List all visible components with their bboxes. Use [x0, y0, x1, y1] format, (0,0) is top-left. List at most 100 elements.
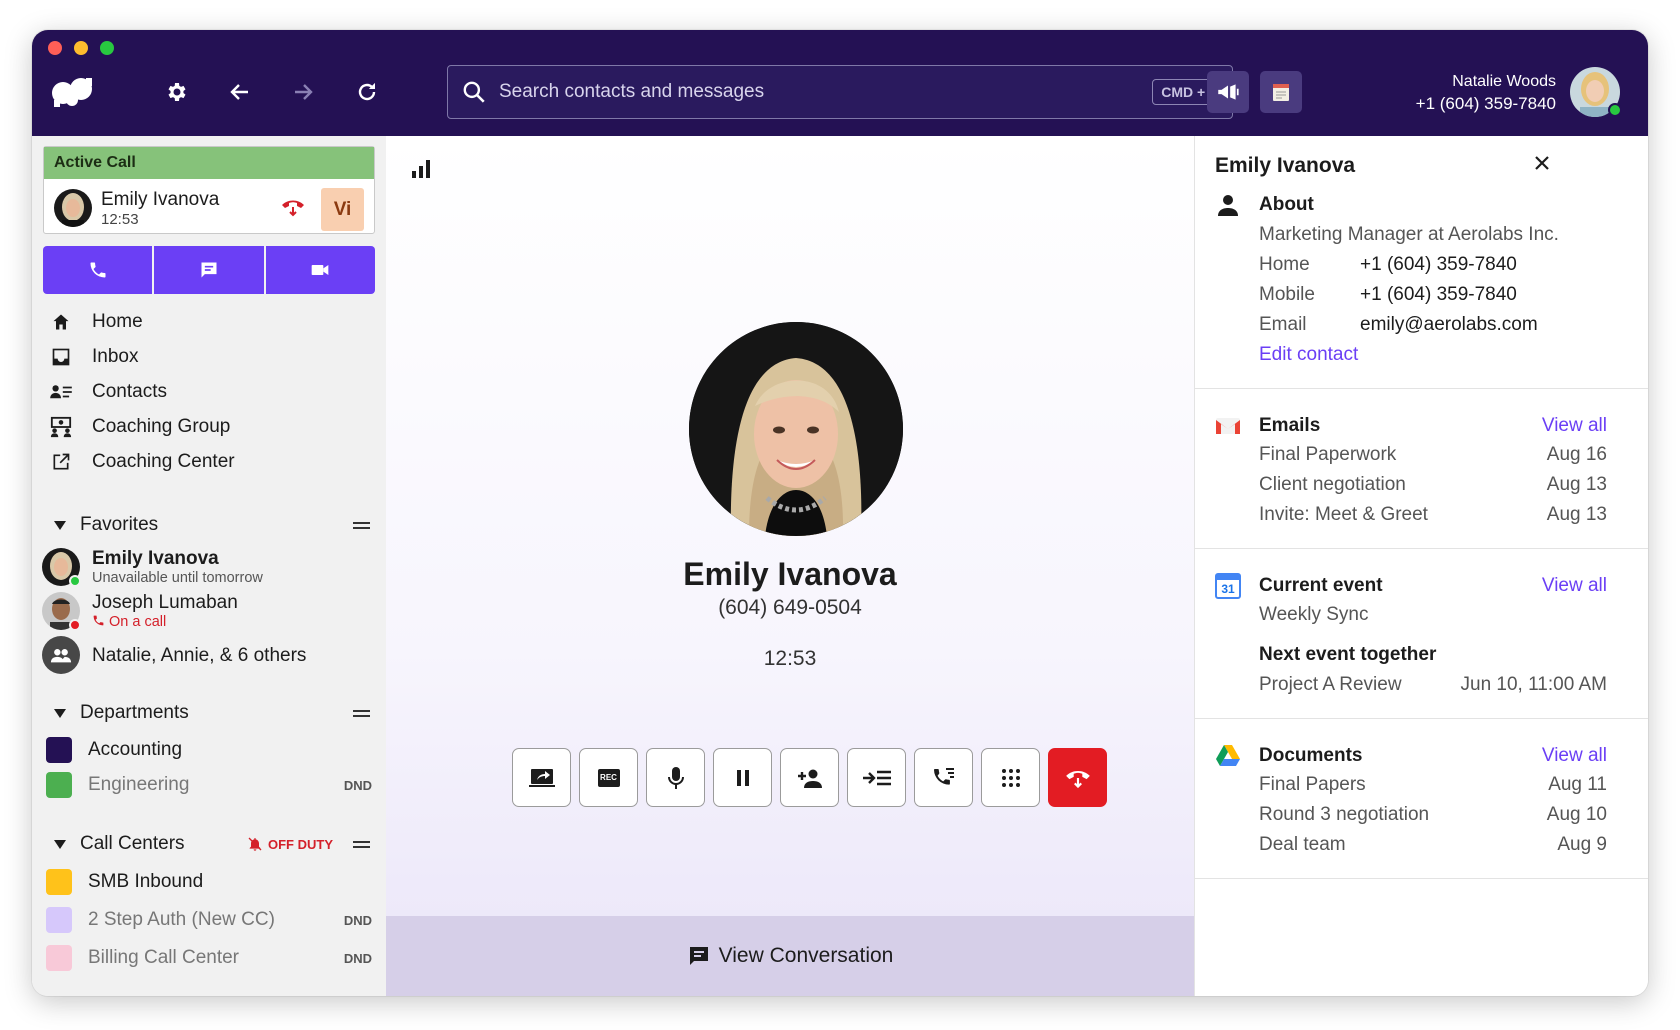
call-center-icon: [46, 907, 72, 933]
documents-view-all-link[interactable]: View all: [1542, 745, 1607, 767]
call-button[interactable]: [43, 246, 153, 294]
add-person-icon: [797, 769, 822, 788]
contact-details-panel: Emily Ivanova About Marketing Manager at…: [1194, 136, 1648, 996]
call-center-name: Billing Call Center: [88, 947, 240, 968]
close-icon[interactable]: [1533, 154, 1551, 172]
message-button[interactable]: [154, 246, 264, 294]
settings-button[interactable]: [159, 74, 195, 110]
drag-handle-icon[interactable]: [353, 840, 370, 848]
announcements-button[interactable]: [1207, 71, 1249, 113]
emails-header: Emails View all: [1215, 413, 1607, 439]
mute-button[interactable]: [646, 748, 705, 807]
off-duty-status[interactable]: OFF DUTY: [247, 836, 333, 852]
department-name: Accounting: [88, 739, 183, 760]
email-link[interactable]: emily@aerolabs.com: [1360, 314, 1538, 336]
call-centers-header[interactable]: Call Centers OFF DUTY: [54, 833, 370, 855]
events-view-all-link[interactable]: View all: [1542, 575, 1607, 597]
nav-item-coaching-group[interactable]: Coaching Group: [50, 409, 235, 444]
transfer-icon: [862, 770, 891, 785]
view-conversation-button[interactable]: View Conversation: [386, 916, 1194, 996]
hold-button[interactable]: [713, 748, 772, 807]
arrow-right-icon: [295, 84, 313, 100]
reload-button[interactable]: [349, 74, 385, 110]
call-queue-button[interactable]: [914, 748, 973, 807]
close-window-button[interactable]: [48, 41, 62, 55]
presence-busy-dot: [69, 619, 81, 631]
presence-available-dot: [69, 575, 81, 587]
document-item[interactable]: Final Papers Aug 11: [1259, 774, 1607, 796]
active-call-card[interactable]: Active Call Emily Ivanova 12:53 Vi: [43, 146, 375, 234]
nav-label: Coaching Group: [92, 415, 231, 437]
transfer-button[interactable]: [847, 748, 906, 807]
quick-actions: [43, 246, 375, 294]
email-item[interactable]: Client negotiation Aug 13: [1259, 474, 1607, 496]
minimize-window-button[interactable]: [74, 41, 88, 55]
next-event-item[interactable]: Project A Review Jun 10, 11:00 AM: [1259, 674, 1607, 696]
share-screen-button[interactable]: [512, 748, 571, 807]
document-item[interactable]: Deal team Aug 9: [1259, 834, 1607, 856]
call-center-item[interactable]: 2 Step Auth (New CC) DND: [46, 905, 372, 935]
call-controls: REC: [512, 748, 1107, 807]
group-avatar: [42, 636, 80, 674]
section-title: About: [1259, 194, 1314, 215]
notes-button[interactable]: [1260, 71, 1302, 113]
emails-view-all-link[interactable]: View all: [1542, 415, 1607, 437]
off-duty-label: OFF DUTY: [268, 836, 333, 852]
current-event-name[interactable]: Weekly Sync: [1259, 604, 1607, 626]
edit-contact-link[interactable]: Edit contact: [1259, 344, 1358, 366]
chat-icon: [201, 262, 217, 278]
nav-label: Contacts: [92, 380, 167, 402]
keypad-button[interactable]: [981, 748, 1040, 807]
dialpad-logo-icon: [52, 78, 92, 107]
panel-title: Emily Ivanova: [1215, 154, 1356, 177]
megaphone-icon: [1218, 84, 1239, 100]
zoom-window-button[interactable]: [100, 41, 114, 55]
forward-button[interactable]: [285, 74, 321, 110]
screen-share-icon: [528, 768, 555, 787]
person-icon: [1218, 195, 1238, 216]
nav-item-home[interactable]: Home: [50, 304, 235, 339]
record-button[interactable]: REC: [579, 748, 638, 807]
contact-field-email: Email emily@aerolabs.com: [1259, 314, 1538, 336]
email-item[interactable]: Invite: Meet & Greet Aug 13: [1259, 504, 1607, 526]
user-name: Natalie Woods: [1452, 73, 1556, 90]
department-item[interactable]: Accounting: [46, 735, 372, 765]
back-button[interactable]: [222, 74, 258, 110]
video-camera-icon: [311, 265, 329, 275]
departments-header[interactable]: Departments: [54, 702, 370, 724]
chat-icon: [689, 947, 708, 965]
home-icon: [53, 314, 69, 329]
favorites-header[interactable]: Favorites: [54, 514, 370, 536]
arrow-left-icon: [230, 84, 248, 100]
nav-item-inbox[interactable]: Inbox: [50, 339, 235, 374]
hangup-icon: [1065, 770, 1090, 788]
contact-role: Marketing Manager at Aerolabs Inc.: [1259, 224, 1559, 245]
title-bar: CMD + / Natalie Woods +1 (604) 359-7840: [32, 30, 1648, 136]
email-item[interactable]: Final Paperwork Aug 16: [1259, 444, 1607, 466]
call-center-name: SMB Inbound: [88, 871, 204, 892]
search-bar[interactable]: CMD + /: [447, 65, 1233, 119]
add-participant-button[interactable]: [780, 748, 839, 807]
nav-item-coaching-center[interactable]: Coaching Center: [50, 444, 235, 479]
call-center-name: 2 Step Auth (New CC): [88, 909, 275, 930]
end-call-button[interactable]: [1048, 748, 1107, 807]
call-center-item[interactable]: Billing Call Center DND: [46, 943, 372, 973]
active-call-avatar: [54, 189, 92, 227]
nav-label: Home: [92, 310, 143, 332]
signal-strength-icon[interactable]: [410, 158, 432, 180]
active-call-initials-badge[interactable]: Vi: [321, 188, 364, 231]
presence-available-dot: [1608, 103, 1622, 117]
search-input[interactable]: [499, 81, 1153, 103]
favorite-item[interactable]: Emily Ivanova Unavailable until tomorrow: [42, 548, 372, 588]
call-center-item[interactable]: SMB Inbound: [46, 867, 372, 897]
favorite-item[interactable]: Joseph Lumaban On a call: [42, 592, 372, 632]
department-item[interactable]: Engineering DND: [46, 770, 372, 800]
nav-item-contacts[interactable]: Contacts: [50, 374, 235, 409]
drag-handle-icon[interactable]: [353, 521, 370, 529]
video-button[interactable]: [265, 246, 375, 294]
contact-name: Emily Ivanova: [683, 556, 897, 592]
drag-handle-icon[interactable]: [353, 709, 370, 717]
hangup-button[interactable]: [280, 197, 306, 222]
favorite-group-item[interactable]: Natalie, Annie, & 6 others: [42, 636, 372, 676]
document-item[interactable]: Round 3 negotiation Aug 10: [1259, 804, 1607, 826]
